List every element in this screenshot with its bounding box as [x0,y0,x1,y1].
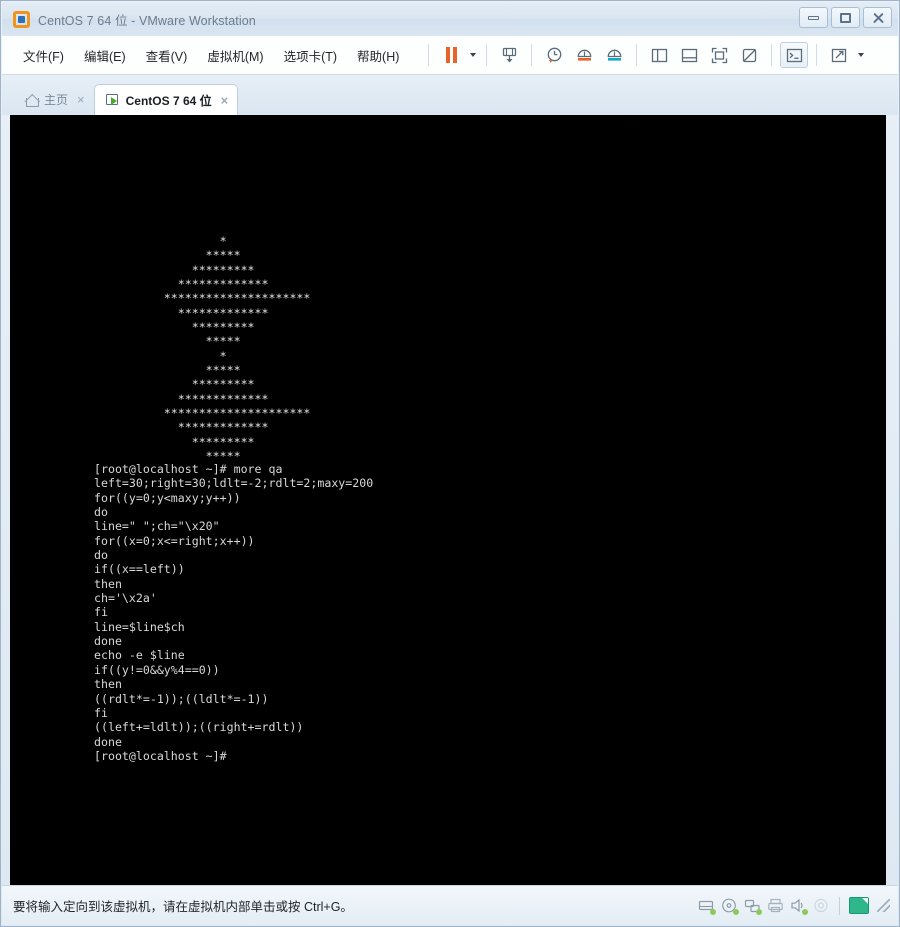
menu-item-edit[interactable]: 编辑(E) [76,42,134,69]
menu-item-vm[interactable]: 虚拟机(M) [199,42,271,69]
menu-item-help[interactable]: 帮助(H) [349,42,407,69]
show-sidebar-icon [651,48,668,62]
toolbar-separator [816,44,818,66]
enter-fullscreen-button[interactable] [705,42,733,68]
snapshot-manager-button[interactable] [600,42,628,68]
pause-button[interactable] [437,42,465,68]
tab-home-close-icon[interactable]: × [77,93,85,106]
toolbar-separator [636,44,638,66]
sound-card-icon[interactable] [790,897,808,915]
tab-strip: 主页 × CentOS 7 64 位 × [2,75,898,115]
tab-home-label: 主页 [44,93,69,107]
menu-bar: 文件(F) 编辑(E) 查看(V) 虚拟机(M) 选项卡(T) 帮助(H) [2,36,898,75]
revert-snapshot-button[interactable] [570,42,598,68]
minimize-button[interactable] [799,7,828,28]
resize-grip[interactable] [877,899,890,912]
close-icon [872,12,884,24]
window-title: CentOS 7 64 位 - VMware Workstation [38,13,256,28]
tab-centos7-label: CentOS 7 64 位 [125,93,212,108]
maximize-button[interactable] [831,7,860,28]
display-icon[interactable] [849,897,869,914]
console-view-button[interactable] [780,42,809,68]
home-icon [25,94,39,107]
status-bar: 要将输入定向到该虚拟机，请在虚拟机内部单击或按 Ctrl+G。 [2,885,898,925]
cd-dvd-icon[interactable] [721,897,739,915]
vm-console[interactable]: * ***** ********* ************* ********… [10,115,886,885]
power-dropdown-button[interactable] [466,42,479,68]
hard-disk-icon[interactable] [698,897,716,915]
close-button[interactable] [863,7,892,28]
unity-mode-icon [742,48,757,62]
terminal-ascii-art: * ***** ********* ************* ********… [163,234,311,464]
snapshot-icon [547,47,562,63]
printer-icon[interactable] [767,897,784,914]
window-controls [799,7,892,28]
terminal-shell-log: [root@localhost ~]# more qa left=30;righ… [94,462,374,763]
show-thumbnail-bar-button[interactable] [675,42,703,68]
status-message: 要将输入定向到该虚拟机，请在虚拟机内部单击或按 Ctrl+G。 [13,900,353,914]
status-separator [839,896,840,915]
take-snapshot-button[interactable] [540,42,568,68]
menu-item-view[interactable]: 查看(V) [138,42,196,69]
vm-tab-icon [105,93,120,107]
status-device-icons [698,886,890,925]
console-view-icon [786,48,803,62]
vmware-logo-icon [13,10,30,28]
expand-view-dropdown-button[interactable] [854,42,867,68]
chevron-down-icon [469,53,476,57]
pause-icon [445,47,457,63]
tab-centos7-close-icon[interactable]: × [221,94,229,107]
show-library-button[interactable] [645,42,673,68]
menu-item-tabs[interactable]: 选项卡(T) [276,42,345,69]
minimize-icon [808,15,819,20]
toolbar-separator [531,44,533,66]
toolbar [421,36,867,74]
toolbar-separator [486,44,488,66]
send-ctrl-alt-del-button[interactable] [495,42,523,68]
expand-view-button[interactable] [825,42,853,68]
tab-home[interactable]: 主页 × [14,84,94,115]
show-thumbnail-bar-icon [681,48,698,62]
unity-mode-button[interactable] [735,42,763,68]
usb-device-icon [813,897,830,914]
menu-item-file[interactable]: 文件(F) [15,42,72,69]
toolbar-separator [428,44,430,66]
chevron-down-icon [857,53,864,57]
expand-view-icon [831,48,847,62]
snapshot-manager-icon [607,49,622,61]
tab-centos7[interactable]: CentOS 7 64 位 × [93,84,239,115]
vmware-workstation-window: CentOS 7 64 位 - VMware Workstation 文件(F)… [0,0,900,927]
toolbar-separator [771,44,773,66]
fullscreen-icon [711,47,728,63]
maximize-icon [840,12,851,23]
network-adapter-icon[interactable] [744,897,762,915]
title-bar: CentOS 7 64 位 - VMware Workstation [2,2,898,36]
send-ctrl-alt-del-icon [502,47,517,62]
revert-snapshot-icon [577,49,592,61]
